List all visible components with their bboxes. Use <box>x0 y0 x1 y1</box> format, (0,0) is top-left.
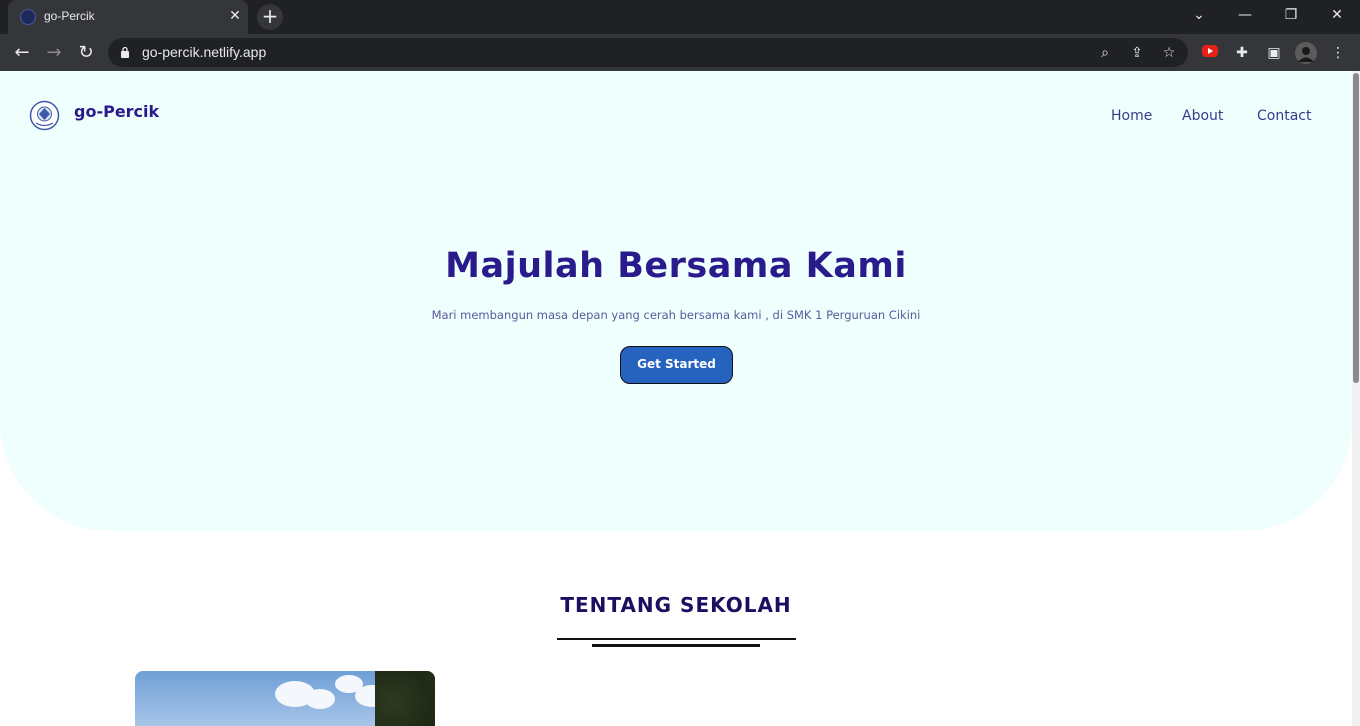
school-photo <box>135 671 435 726</box>
browser-tab-strip: go-Percik ✕ + ⌄ — ❐ ✕ <box>0 0 1360 34</box>
page-scrollbar[interactable] <box>1352 71 1360 726</box>
page-viewport: go-Percik Home About Contact Majulah Ber… <box>0 71 1352 726</box>
school-logo-icon[interactable] <box>29 100 60 131</box>
nav-contact[interactable]: Contact <box>1257 108 1311 124</box>
address-bar[interactable]: go-percik.netlify.app ⌕ ⇪ ☆ <box>108 38 1188 67</box>
browser-menu-icon[interactable]: ⋮ <box>1327 42 1349 64</box>
close-tab-icon[interactable]: ✕ <box>226 7 244 25</box>
forward-icon[interactable]: → <box>41 40 67 66</box>
title-underline-short <box>592 644 760 647</box>
minimize-icon[interactable]: — <box>1222 0 1268 30</box>
bookmark-star-icon[interactable]: ☆ <box>1158 42 1180 64</box>
brand-name[interactable]: go-Percik <box>74 102 159 121</box>
side-panel-icon[interactable]: ▣ <box>1263 42 1285 64</box>
lock-icon <box>121 46 129 58</box>
hero-section: go-Percik Home About Contact Majulah Ber… <box>0 71 1352 531</box>
hero-title: Majulah Bersama Kami <box>445 246 907 286</box>
browser-tab[interactable]: go-Percik ✕ <box>8 0 248 34</box>
site-favicon-icon <box>20 9 36 25</box>
tab-search-icon[interactable]: ⌄ <box>1176 0 1222 30</box>
hero-subtitle: Mari membangun masa depan yang cerah ber… <box>431 308 921 322</box>
scrollbar-thumb[interactable] <box>1353 73 1359 383</box>
browser-toolbar: ← → ↻ go-percik.netlify.app ⌕ ⇪ ☆ ✚ ▣ ⋮ <box>0 34 1360 71</box>
zoom-icon[interactable]: ⌕ <box>1094 42 1116 64</box>
about-section-title: TENTANG SEKOLAH <box>560 593 792 617</box>
reload-icon[interactable]: ↻ <box>73 40 99 66</box>
url-text: go-percik.netlify.app <box>142 44 267 60</box>
get-started-button[interactable]: Get Started <box>620 346 733 384</box>
restore-icon[interactable]: ❐ <box>1268 0 1314 30</box>
close-window-icon[interactable]: ✕ <box>1314 0 1360 30</box>
back-icon[interactable]: ← <box>9 40 35 66</box>
tab-title: go-Percik <box>44 9 95 23</box>
nav-home[interactable]: Home <box>1111 108 1152 124</box>
title-underline <box>557 638 796 640</box>
share-icon[interactable]: ⇪ <box>1126 42 1148 64</box>
extensions-puzzle-icon[interactable]: ✚ <box>1231 42 1253 64</box>
nav-about[interactable]: About <box>1182 108 1223 124</box>
youtube-extension-icon[interactable] <box>1199 42 1221 64</box>
new-tab-button[interactable]: + <box>257 4 283 30</box>
profile-avatar[interactable] <box>1295 42 1317 64</box>
